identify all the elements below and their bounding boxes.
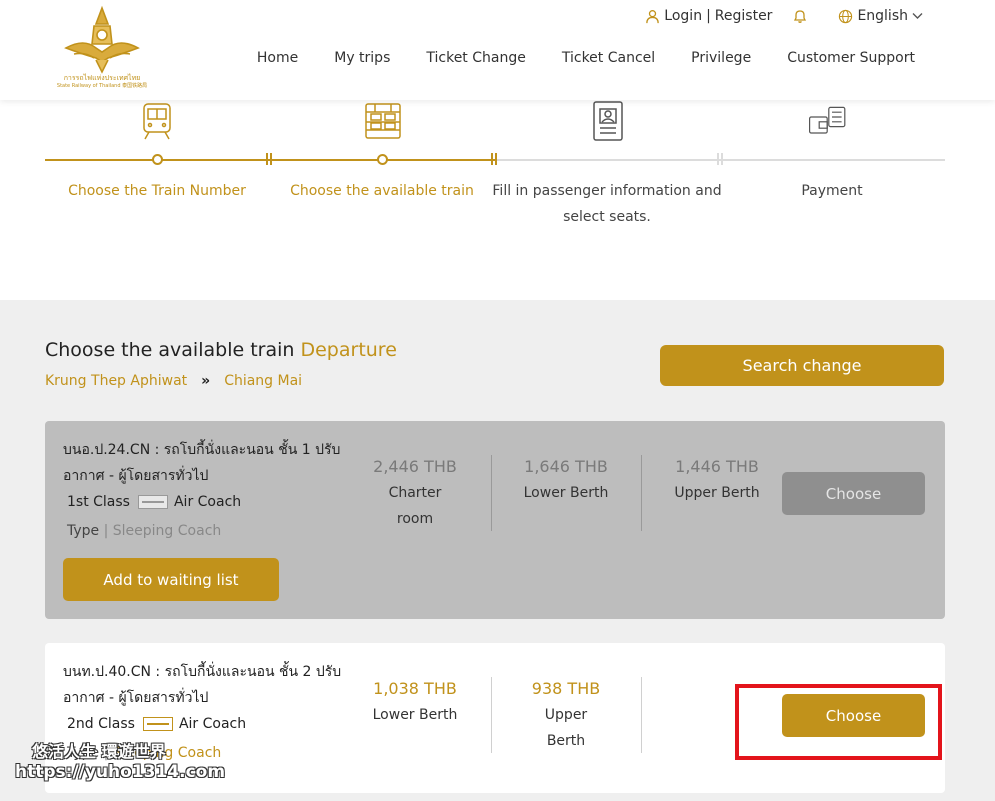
bell-icon [794,10,807,23]
top-links: Login | Register English [645,8,923,24]
section-title-accent: Departure [300,339,397,361]
step-separator [266,153,272,165]
choose-button-disabled[interactable]: Choose [782,472,925,515]
site-header: การรถไฟแห่งประเทศไทย State Railway of Th… [0,0,995,100]
route-arrow-icon: » [201,373,211,389]
language-selector[interactable]: English [838,8,923,24]
route-to: Chiang Mai [224,373,303,389]
train-name: บนท.ป.40.CN : รถโบกี้นั่งและนอน ชั้น 2 ป… [63,664,342,706]
class-label: 1st Class [67,494,130,510]
price-value: 2,446 THB [373,457,457,476]
price-seat-name: Upper Berth [674,485,760,501]
nav-my-trips[interactable]: My trips [334,50,390,66]
nav-customer-support[interactable]: Customer Support [787,50,915,66]
step-label-3: Fill in passenger information and select… [492,183,722,225]
price-seat-name: Lower Berth [523,485,609,501]
nav-home[interactable]: Home [257,50,298,66]
price-seat-name: Upper Berth [544,707,588,749]
main-nav: Home My trips Ticket Change Ticket Cance… [221,50,915,66]
price-seat-name: Lower Berth [372,707,458,723]
price-value: 1,646 THB [524,457,608,476]
coach-label: Air Coach [178,716,247,732]
price-value: 1,038 THB [373,679,457,698]
train-name: บนอ.ป.24.CN : รถโบกี้นั่งและนอน ชั้น 1 ป… [63,442,341,484]
price-option: 1,446 THB Upper Berth [642,454,792,506]
route-from: Krung Thep Aphiwat [45,373,188,389]
passenger-id-icon [593,101,623,141]
price-seat-name: Charter room [388,485,442,527]
search-change-button[interactable]: Search change [660,345,944,386]
login-separator: | [706,8,711,24]
nav-privilege[interactable]: Privilege [691,50,751,66]
train-coach-icon [365,103,401,139]
step-separator [491,153,497,165]
price-option: 2,446 THB Charter room [340,454,490,532]
booking-steps: Choose the Train Number Choose the avail… [0,100,995,300]
watermark-line1: 悠活人生 環遊世界 [32,742,166,761]
class-label: 2nd Class [67,716,135,732]
class-row: 2nd Class Air Coach [67,716,246,732]
step-separator [717,153,723,165]
price-option: 1,038 THB Lower Berth [340,676,490,728]
login-link[interactable]: Login [664,8,702,24]
route: Krung Thep Aphiwat » Chiang Mai [45,373,302,389]
section-title: Choose the available train Departure [45,339,397,361]
logo-text-english: State Railway of Thailand 泰国铁路局 [56,83,148,89]
price-divider [641,677,642,753]
step-label-4: Payment [801,183,863,199]
type-separator: | [103,523,109,539]
language-label: English [857,8,908,24]
type-row: Type | Sleeping Coach [67,523,221,539]
coach-icon [137,495,168,509]
notification-bell[interactable] [792,8,808,24]
step-label-2: Choose the available train [290,183,474,199]
add-to-waiting-list-button[interactable]: Add to waiting list [63,558,279,601]
type-label: Type [67,523,100,539]
nav-ticket-change[interactable]: Ticket Change [426,50,525,66]
price-option: 938 THB Upper Berth [491,676,641,754]
coach-icon [142,717,173,731]
watermark-line2: https://yuho1314.com [15,762,226,782]
price-value: 938 THB [531,679,601,698]
highlight-annotation [735,684,942,760]
train-card-1: บนอ.ป.24.CN : รถโบกี้นั่งและนอน ชั้น 1 ป… [45,421,945,619]
chevron-down-icon [912,13,923,19]
globe-icon [839,9,853,23]
step-label-1: Choose the Train Number [68,183,246,199]
step-dot-2 [377,154,388,165]
nav-ticket-cancel[interactable]: Ticket Cancel [562,50,655,66]
user-icon [646,9,660,23]
login-register: Login | Register [645,8,772,24]
section-title-text: Choose the available train [45,339,295,361]
type-value: Sleeping Coach [112,523,222,539]
register-link[interactable]: Register [715,8,773,24]
coach-label: Air Coach [173,494,242,510]
wallet-payment-icon [809,106,846,134]
train-front-icon [143,103,171,140]
price-option: 1,646 THB Lower Berth [491,454,641,506]
step-dot-1 [152,154,163,165]
class-row: 1st Class Air Coach [67,494,241,510]
price-value: 1,446 THB [675,457,759,476]
